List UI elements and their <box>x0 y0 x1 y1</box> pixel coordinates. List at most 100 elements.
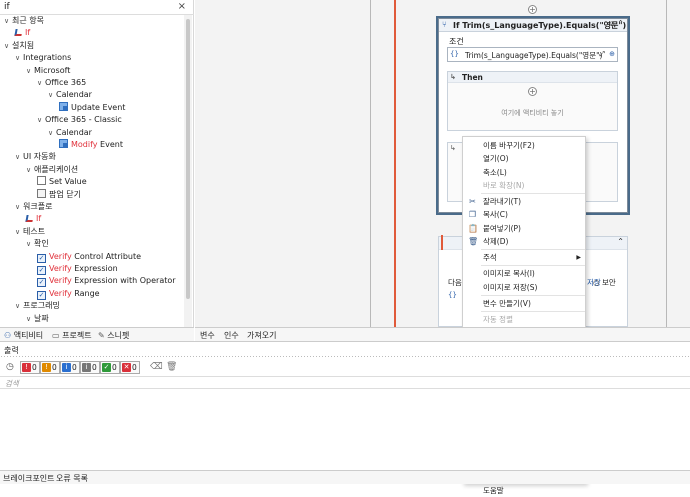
tree-item[interactable]: ∨ Office 365 <box>37 77 86 89</box>
tree-item[interactable]: ✓ Verify Expression with Operator <box>37 275 176 288</box>
chevron-down-icon[interactable]: ∨ <box>48 89 56 101</box>
chevron-down-icon[interactable]: ∨ <box>15 226 23 238</box>
tab-arguments[interactable]: 인수 <box>224 330 239 341</box>
info-icon: i <box>62 363 71 372</box>
add-activity-icon[interactable]: + <box>528 5 537 14</box>
radio-option[interactable]: ○ 보안 <box>593 277 616 288</box>
menu-item[interactable]: 이름 바꾸기(F2) <box>463 139 585 152</box>
search-input[interactable]: if <box>4 2 10 12</box>
clear-search-icon[interactable]: × <box>178 1 186 12</box>
menu-item[interactable]: 축소(L) <box>463 166 585 179</box>
menu-item[interactable]: ❐ 복사(C) <box>463 208 585 221</box>
menu-item[interactable]: 도움말 <box>463 484 585 497</box>
menu-item-label: 도움말 <box>483 486 504 495</box>
tree-item[interactable]: ∨ Calendar <box>48 89 92 101</box>
chevron-down-icon[interactable]: ∨ <box>4 40 12 52</box>
submenu-arrow-icon: ▶ <box>576 254 581 261</box>
chevron-down-icon[interactable]: ∨ <box>15 52 23 64</box>
tab-activities[interactable]: ⚇ 액티비티 <box>4 330 43 341</box>
menu-item[interactable]: 📋 붙여넣기(P) <box>463 222 585 235</box>
tree-item[interactable]: ∨ 설치됨 <box>4 40 34 52</box>
tree-item[interactable]: Modify Event <box>59 139 123 151</box>
menu-item[interactable]: 변수 만들기(V) <box>463 297 585 310</box>
tab-imports[interactable]: 가져오기 <box>247 330 276 341</box>
check-icon: ✓ <box>37 290 46 300</box>
chevron-down-icon[interactable]: ∨ <box>26 164 34 176</box>
filter-toggle[interactable]: i0 <box>80 361 100 374</box>
chevron-down-icon[interactable]: ∨ <box>4 15 12 27</box>
tree-item[interactable]: ∨ 워크플로 <box>15 201 52 213</box>
chevron-down-icon[interactable]: ∨ <box>15 151 23 163</box>
success-icon: ✓ <box>102 363 111 372</box>
menu-item[interactable]: 열기(O) <box>463 152 585 165</box>
tree-item-label: Set Value <box>49 177 87 187</box>
chevron-down-icon[interactable]: ∨ <box>26 238 34 250</box>
chevron-down-icon[interactable]: ∨ <box>37 114 45 126</box>
tree-item[interactable]: ∨ 날짜 <box>26 313 49 325</box>
collapse-icon[interactable]: ⌃ <box>617 19 624 28</box>
tree-item[interactable]: ∨ 애플리케이션 <box>26 164 78 176</box>
tree-item[interactable]: ∨ Calendar <box>48 127 92 139</box>
tree-item[interactable]: Update Event <box>59 101 125 114</box>
menu-item[interactable]: 주석 ▶ <box>463 251 585 264</box>
activity-search[interactable]: if × <box>0 0 194 15</box>
filter-toggle[interactable]: ! 0 <box>40 361 60 374</box>
tree-item[interactable]: ∨ Microsoft <box>26 65 70 77</box>
tree-item-label: Calendar <box>56 90 92 100</box>
check-icon: ✓ <box>37 278 46 288</box>
expand-editor-icon[interactable]: ⤢ <box>599 50 605 59</box>
clock-icon[interactable]: ◷ <box>6 362 14 372</box>
tree-item[interactable]: ∨ Office 365 - Classic <box>37 114 122 126</box>
if-card-header[interactable]: ⑂ If Trim(s_LanguageType).Equals("영문") ⊘… <box>439 19 627 32</box>
menu-item[interactable]: 이미지로 복사(I) <box>463 267 585 280</box>
tree-item[interactable]: ∨ 테스트 <box>15 226 45 238</box>
collapse-icon[interactable]: ⌃ <box>617 237 624 246</box>
output-search[interactable]: 검색 <box>0 376 690 389</box>
tree-scrollbar[interactable] <box>184 15 192 327</box>
menu-item[interactable]: 이미지로 저장(S) <box>463 281 585 294</box>
tree-item[interactable]: ∨ Integrations <box>15 52 71 64</box>
filter-toggle[interactable]: ✓ 0 <box>100 361 120 374</box>
tab-variables[interactable]: 변수 <box>200 330 215 341</box>
tab-breakpoints[interactable]: 브레이크포인트 <box>3 473 55 484</box>
add-activity-icon[interactable]: + <box>528 87 537 96</box>
tree-item[interactable]: If <box>25 213 41 225</box>
tab-snippets[interactable]: ✎ 스니펫 <box>98 330 129 341</box>
condition-input[interactable]: {} Trim(s_LanguageType).Equals("영문") ⤢ ⊕ <box>447 47 618 62</box>
tree-item[interactable]: If <box>14 27 30 39</box>
filter-toggle[interactable]: i0 <box>60 361 80 374</box>
tree-item[interactable]: ∨ 프로그래밍 <box>15 300 60 312</box>
tree-item[interactable]: ∨ 확인 <box>26 238 49 250</box>
chevron-down-icon[interactable]: ∨ <box>26 313 34 325</box>
grid-icon <box>59 101 68 111</box>
add-icon[interactable]: ⊕ <box>609 50 615 58</box>
filter-toggle[interactable]: ✕ 0 <box>120 361 140 374</box>
chevron-down-icon[interactable]: ∨ <box>26 65 34 77</box>
tab-project[interactable]: ▭ 프로젝트 <box>52 330 92 341</box>
breakpoint-marker <box>441 235 443 250</box>
output-search-input[interactable]: 검색 <box>5 378 19 389</box>
tree-item[interactable]: 팝업 닫기 <box>37 188 81 201</box>
condition-value: Trim(s_LanguageType).Equals("영문") <box>465 51 603 60</box>
tab-error-list[interactable]: 오류 목록 <box>56 473 88 484</box>
chevron-down-icon[interactable]: ∨ <box>15 300 23 312</box>
trash-icon[interactable]: 🗑 <box>166 362 177 372</box>
then-branch[interactable]: ↳ Then + 여기에 액티비티 놓기 <box>447 71 618 131</box>
tree-item[interactable]: ✓ Verify Range <box>37 288 100 300</box>
menu-item-label: 붙여넣기(P) <box>483 223 521 233</box>
chevron-down-icon[interactable]: ∨ <box>48 127 56 139</box>
menu-separator <box>481 193 585 194</box>
chevron-down-icon[interactable]: ∨ <box>15 201 23 213</box>
tree-item[interactable]: ∨ UI 자동화 <box>15 151 56 163</box>
tree-item[interactable]: ∨ 최근 항목 <box>4 15 44 27</box>
clear-output-icon[interactable]: ⌫ <box>150 362 163 372</box>
tree-item[interactable]: Set Value <box>37 176 87 188</box>
filter-toggle[interactable]: ! 0 <box>20 361 40 374</box>
panel-grip[interactable] <box>0 355 690 359</box>
menu-item[interactable]: 🗑 삭제(D) <box>463 235 585 248</box>
tree-item[interactable]: ✓ Verify Control Attribute <box>37 251 141 263</box>
chevron-down-icon[interactable]: ∨ <box>37 77 45 89</box>
scrollbar-thumb[interactable] <box>186 19 190 299</box>
tree-item[interactable]: ✓ Verify Expression <box>37 263 118 275</box>
menu-item[interactable]: ✂ 잘라내기(T) <box>463 195 585 208</box>
